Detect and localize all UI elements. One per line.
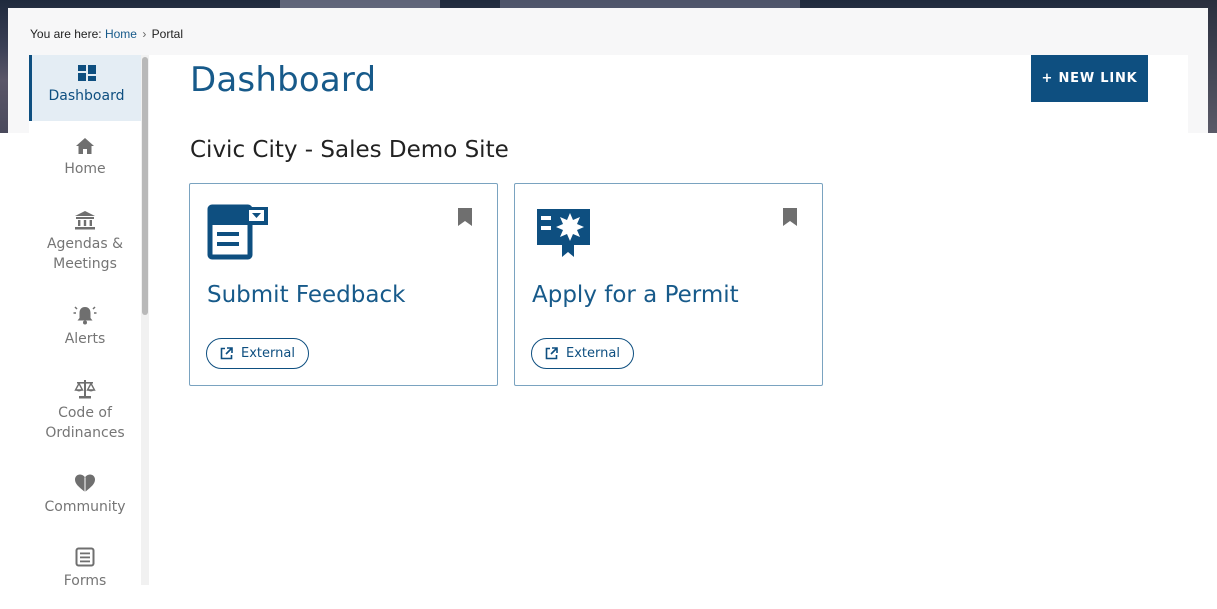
sidebar-item-home[interactable]: Home bbox=[29, 137, 141, 187]
external-link-badge[interactable]: External bbox=[206, 338, 309, 369]
page-title: Dashboard bbox=[190, 60, 377, 100]
sidebar-item-label: Community bbox=[44, 499, 126, 515]
sidebar-scrollbar-thumb[interactable] bbox=[142, 57, 148, 315]
sidebar-item-label: Dashboard bbox=[48, 88, 125, 104]
breadcrumb: You are here: Home › Portal bbox=[30, 27, 183, 41]
sidebar-nav: Dashboard Home Agendas & Meetings Alerts bbox=[29, 55, 149, 585]
sidebar-item-label: Home bbox=[64, 161, 106, 177]
permit-certificate-icon bbox=[537, 209, 590, 257]
breadcrumb-separator: › bbox=[142, 27, 147, 41]
breadcrumb-current: Portal bbox=[151, 27, 184, 41]
card-title[interactable]: Apply for a Permit bbox=[532, 282, 739, 308]
breadcrumb-prefix: You are here: bbox=[30, 27, 102, 41]
link-card-submit-feedback[interactable]: Submit Feedback External bbox=[189, 183, 498, 386]
link-card-apply-for-permit[interactable]: Apply for a Permit External bbox=[514, 183, 823, 386]
feedback-form-icon bbox=[207, 204, 268, 260]
sidebar-item-label-line2: Ordinances bbox=[45, 425, 125, 441]
bookmark-icon[interactable] bbox=[458, 208, 472, 226]
external-link-icon bbox=[220, 347, 233, 360]
sidebar-item-forms[interactable]: Forms bbox=[29, 547, 141, 585]
new-link-button[interactable]: + NEW LINK bbox=[1031, 55, 1148, 102]
external-link-icon bbox=[545, 347, 558, 360]
external-link-badge[interactable]: External bbox=[531, 338, 634, 369]
sidebar-item-label: Agendas & bbox=[46, 236, 124, 252]
site-title: Civic City - Sales Demo Site bbox=[190, 137, 509, 163]
alert-bell-icon bbox=[73, 306, 97, 325]
card-title[interactable]: Submit Feedback bbox=[207, 282, 405, 308]
sidebar-item-dashboard[interactable]: Dashboard bbox=[29, 55, 141, 121]
sidebar-item-code-of-ordinances[interactable]: Code of Ordinances bbox=[29, 379, 141, 449]
external-badge-label: External bbox=[566, 346, 620, 361]
government-building-icon bbox=[75, 211, 95, 230]
sidebar-item-label: Alerts bbox=[64, 331, 106, 347]
sidebar-item-alerts[interactable]: Alerts bbox=[29, 305, 141, 355]
sidebar-item-label: Forms bbox=[63, 573, 107, 585]
breadcrumb-home-link[interactable]: Home bbox=[105, 27, 137, 41]
form-icon bbox=[75, 547, 95, 567]
bookmark-icon[interactable] bbox=[783, 208, 797, 226]
sidebar-item-label-line2: Meetings bbox=[53, 256, 117, 272]
external-badge-label: External bbox=[241, 346, 295, 361]
scales-icon bbox=[74, 380, 96, 399]
sidebar-item-community[interactable]: Community bbox=[29, 473, 141, 523]
sidebar-item-label: Code of bbox=[58, 405, 112, 421]
heart-icon bbox=[75, 474, 95, 492]
sidebar-item-agendas-meetings[interactable]: Agendas & Meetings bbox=[29, 210, 141, 280]
dashboard-icon bbox=[77, 65, 96, 81]
home-icon bbox=[76, 138, 94, 154]
